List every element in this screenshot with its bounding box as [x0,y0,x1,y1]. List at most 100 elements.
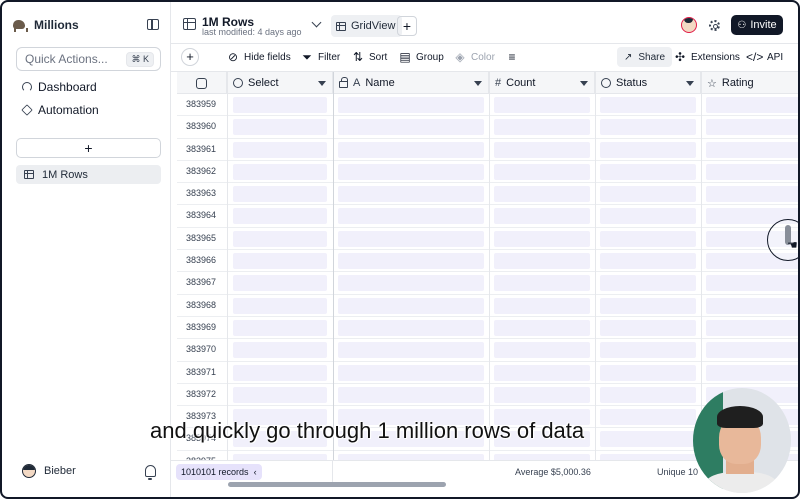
grid-cell[interactable] [233,208,327,225]
filter-button[interactable]: ⏷ Filter [301,51,340,63]
grid-cell[interactable] [600,97,696,113]
grid-cell[interactable] [600,431,696,448]
grid-cell[interactable] [233,141,327,158]
extensions-button[interactable]: ✣ Extensions [674,51,740,63]
caret-down-icon[interactable] [318,81,326,86]
grid-cell[interactable] [338,386,484,403]
grid-cell[interactable] [706,163,800,180]
grid-cell[interactable] [494,297,590,314]
grid-cell[interactable] [600,364,696,381]
row-height-button[interactable]: ≡ [506,51,518,63]
grid-cell[interactable] [706,342,800,359]
column-header-status[interactable]: Status [595,72,701,94]
grid-cell[interactable] [706,186,800,203]
grid-cell[interactable] [494,275,590,292]
grid-cell[interactable] [600,186,696,203]
grid-cell[interactable] [706,275,800,292]
grid-cell[interactable] [233,386,327,403]
grid-cell[interactable] [706,141,800,158]
grid-cell[interactable] [600,119,696,136]
grid-cell[interactable] [600,275,696,292]
gear-icon[interactable] [709,20,720,31]
grid-cell[interactable] [494,208,590,225]
grid-cell[interactable] [600,386,696,403]
grid-cell[interactable] [338,208,484,225]
chevron-down-icon[interactable] [311,17,322,28]
grid-cell[interactable] [600,342,696,359]
grid-cell[interactable] [338,364,484,381]
grid-cell[interactable] [338,253,484,270]
grid-cell[interactable] [494,253,590,270]
grid-cell[interactable] [338,119,484,136]
sort-button[interactable]: ⇅ Sort [352,51,387,63]
grid-cell[interactable] [233,253,327,270]
grid-cell[interactable] [494,319,590,336]
color-button[interactable]: ◈ Color [454,51,495,63]
caret-down-icon[interactable] [580,81,588,86]
invite-button[interactable]: ⚇ Invite [731,15,783,35]
records-count-badge[interactable]: 1010101 records ‹ [176,464,262,480]
unique-summary[interactable]: Unique 10 [657,467,698,477]
grid-cell[interactable] [494,119,590,136]
grid-cell[interactable] [600,409,696,426]
app-brand[interactable]: Millions [12,18,79,32]
grid-cell[interactable] [233,163,327,180]
grid-cell[interactable] [600,319,696,336]
grid-cell[interactable] [706,97,800,113]
add-view-button[interactable]: + [397,16,417,36]
grid-cell[interactable] [233,297,327,314]
grid-cell[interactable] [233,364,327,381]
grid-cell[interactable] [706,297,800,314]
caret-down-icon[interactable] [474,81,482,86]
sidebar-item-automation[interactable]: Automation [21,103,99,117]
grid-cell[interactable] [600,230,696,247]
grid-cell[interactable] [494,163,590,180]
grid-cell[interactable] [338,275,484,292]
grid-cell[interactable] [338,297,484,314]
grid-cell[interactable] [494,141,590,158]
grid-cell[interactable] [338,186,484,203]
grid-cell[interactable] [338,141,484,158]
grid-cell[interactable] [338,163,484,180]
grid-cell[interactable] [494,230,590,247]
hide-fields-button[interactable]: ⊘ Hide fields [227,51,291,63]
grid-cell[interactable] [233,186,327,203]
api-button[interactable]: </> API [746,51,783,63]
grid-cell[interactable] [233,230,327,247]
column-header-rating[interactable]: ☆ Rating [701,72,800,94]
grid-cell[interactable] [494,342,590,359]
horizontal-scrollbar[interactable] [228,482,446,487]
grid-cell[interactable] [494,364,590,381]
sidebar-item-1m-rows[interactable]: 1M Rows [16,165,161,184]
grid-cell[interactable] [494,386,590,403]
user-profile[interactable]: Bieber [22,464,76,478]
group-button[interactable]: ▤ Group [399,51,443,63]
tab-gridview[interactable]: GridView [331,15,403,37]
grid-cell[interactable] [338,319,484,336]
grid-cell[interactable] [494,97,590,113]
grid-cell[interactable] [233,119,327,136]
column-header-select[interactable]: Select [227,72,333,94]
grid-cell[interactable] [600,208,696,225]
column-header-count[interactable]: # Count [489,72,595,94]
add-table-button[interactable]: + [16,138,161,158]
grid-cell[interactable] [494,186,590,203]
grid-cell[interactable] [233,342,327,359]
grid-cell[interactable] [233,319,327,336]
avatar[interactable] [681,17,697,33]
grid-cell[interactable] [706,364,800,381]
grid-cell[interactable] [338,342,484,359]
grid-cell[interactable] [706,119,800,136]
grid-cell[interactable] [600,163,696,180]
grid-cell[interactable] [706,319,800,336]
column-header-name[interactable]: A Name [333,72,489,94]
add-record-button[interactable]: + [181,48,199,66]
share-button[interactable]: ↗ Share [617,47,673,67]
caret-down-icon[interactable] [686,81,694,86]
grid-cell[interactable] [600,253,696,270]
grid-cell[interactable] [338,97,484,113]
grid-cell[interactable] [600,141,696,158]
average-summary[interactable]: Average $5,000.36 [515,467,591,477]
quick-actions-input[interactable]: Quick Actions... ⌘ K [16,47,161,71]
bell-icon[interactable] [145,465,156,480]
